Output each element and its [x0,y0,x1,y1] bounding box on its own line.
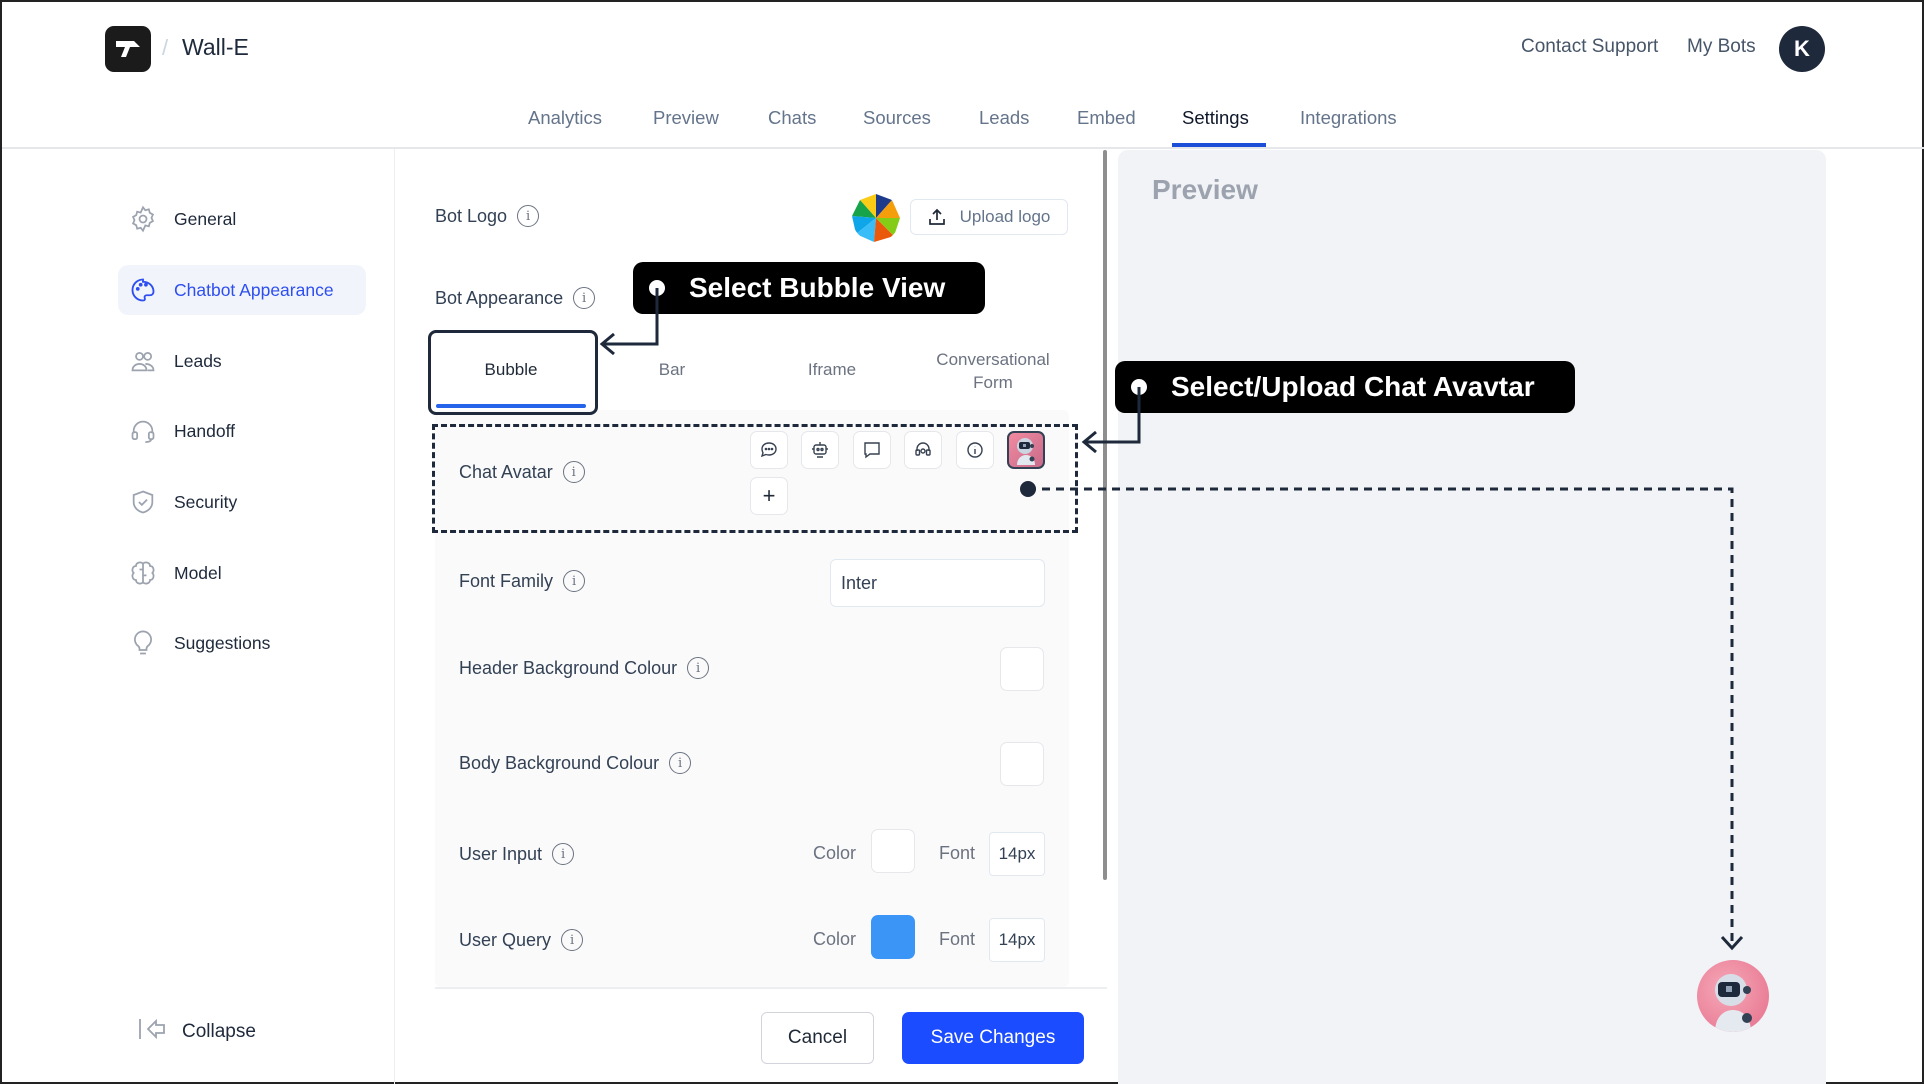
bubble-tab-highlight [428,330,598,415]
info-icon[interactable]: i [517,205,540,227]
sidebar-item-security[interactable]: Security [118,477,366,527]
sidebar-item-label: Security [174,491,238,512]
callout-text: Select Bubble View [689,272,946,303]
lightbulb-icon [128,628,158,658]
tab-settings[interactable]: Settings [1182,107,1249,129]
header-bg-label: Header Background Colour i [459,657,710,679]
breadcrumb-separator: / [162,35,169,60]
brain-icon [128,558,158,588]
collapse-button[interactable]: Collapse [138,1016,256,1047]
user-input-font-size[interactable]: 14px [989,832,1045,876]
sidebar-item-label: Chatbot Appearance [174,279,334,300]
tab-integrations[interactable]: Integrations [1300,107,1397,129]
tab-analytics[interactable]: Analytics [528,107,602,129]
info-icon[interactable]: i [573,287,596,309]
callout-dot [1131,379,1147,395]
tab-chats[interactable]: Chats [768,107,816,129]
view-tab-bar[interactable]: Bar [602,360,742,380]
sidebar-item-handoff[interactable]: Handoff [118,406,366,456]
brand-logo-icon [116,41,140,57]
sidebar-item-model[interactable]: Model [118,548,366,598]
collapse-arrow-icon [138,1016,168,1047]
callout-dot [649,280,665,296]
info-icon[interactable]: i [552,843,575,865]
sidebar-item-suggestions[interactable]: Suggestions [118,618,366,668]
user-input-font-label: Font [939,843,976,863]
bot-appearance-label: Bot Appearance i [435,287,596,309]
body-bg-label: Body Background Colour i [459,752,692,774]
chat-avatar-highlight [432,424,1078,533]
palette-icon [128,275,158,305]
user-query-label: User Query i [459,929,584,951]
brand-logo[interactable] [105,26,151,72]
sidebar-item-label: Handoff [174,420,235,441]
headset-icon [128,416,158,446]
info-icon[interactable]: i [561,929,584,951]
callout-select-upload-avatar: Select/Upload Chat Avavtar [1115,361,1575,413]
view-tab-iframe[interactable]: Iframe [762,360,902,380]
body-bg-label-text: Body Background Colour [459,752,660,773]
tab-leads[interactable]: Leads [979,107,1029,129]
header-bg-label-text: Header Background Colour [459,657,678,678]
user-input-color-label: Color [813,843,857,863]
my-bots-link[interactable]: My Bots [1687,36,1756,58]
upload-icon [928,208,945,225]
bot-name[interactable]: Wall-E [182,34,249,61]
user-query-color-swatch[interactable] [871,915,915,959]
save-changes-button[interactable]: Save Changes [902,1012,1084,1064]
user-query-color-label: Color [813,929,857,949]
tab-preview[interactable]: Preview [653,107,719,129]
collapse-label: Collapse [182,1020,256,1042]
user-input-label: User Input i [459,843,575,865]
header-bg-color-swatch[interactable] [1000,647,1044,691]
robot-avatar-image [1715,974,1752,1032]
upload-logo-label: Upload logo [959,207,1051,226]
callout-text: Select/Upload Chat Avavtar [1171,371,1535,402]
bot-logo-label: Bot Logo i [435,205,540,227]
user-input-label-text: User Input [459,843,543,864]
preview-chat-bubble[interactable] [1697,960,1769,1032]
font-family-input[interactable]: Inter [830,559,1045,607]
user-input-color-swatch[interactable] [871,829,915,873]
user-query-label-text: User Query [459,929,552,950]
view-tab-conversational-form[interactable]: Conversational Form [922,348,1064,394]
footer-divider [435,987,1107,989]
header-divider [2,147,1924,149]
font-family-label: Font Family i [459,570,586,592]
user-avatar[interactable]: K [1779,26,1825,72]
font-family-label-text: Font Family [459,570,554,591]
sidebar-divider [394,149,395,1084]
sidebar-item-general[interactable]: General [118,194,366,244]
users-icon [128,346,158,376]
info-icon[interactable]: i [563,570,586,592]
preview-title: Preview [1152,174,1258,205]
sidebar-item-label: Suggestions [174,632,271,653]
sidebar-item-label: Model [174,562,222,583]
sidebar-item-label: Leads [174,350,222,371]
user-query-font-size[interactable]: 14px [989,918,1045,962]
tab-sources[interactable]: Sources [863,107,931,129]
user-query-font-label: Font [939,929,976,949]
sidebar-item-leads[interactable]: Leads [118,336,366,386]
preview-panel [1118,150,1826,1084]
info-icon[interactable]: i [687,657,710,679]
gear-icon [128,204,158,234]
upload-logo-button[interactable]: Upload logo [910,199,1068,235]
bot-logo-label-text: Bot Logo [435,205,508,226]
tab-embed[interactable]: Embed [1077,107,1136,129]
settings-scrollbar[interactable] [1103,150,1107,880]
bot-logo-image [852,194,900,242]
bot-appearance-label-text: Bot Appearance [435,287,564,308]
contact-support-link[interactable]: Contact Support [1521,36,1658,58]
info-icon[interactable]: i [669,752,692,774]
shield-check-icon [128,487,158,517]
body-bg-color-swatch[interactable] [1000,742,1044,786]
cancel-button[interactable]: Cancel [761,1012,874,1064]
sidebar-item-chatbot-appearance[interactable]: Chatbot Appearance [118,265,366,315]
sidebar-item-label: General [174,208,237,229]
callout-select-bubble-view: Select Bubble View [633,262,985,314]
